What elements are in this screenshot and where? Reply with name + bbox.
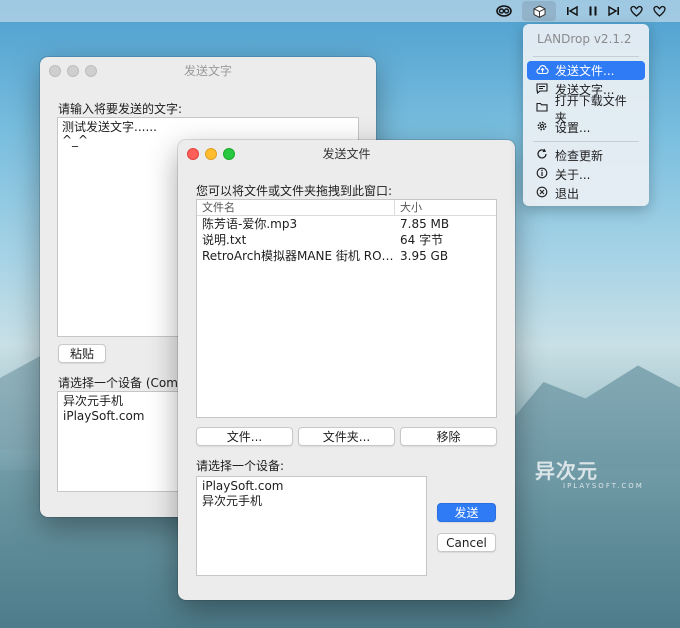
close-window-button[interactable] bbox=[49, 65, 61, 77]
menu-header: LANDrop v2.1.2 bbox=[537, 32, 632, 46]
info-icon bbox=[535, 167, 549, 182]
file-size: 7.85 MB bbox=[400, 217, 450, 231]
device-list[interactable]: iPlaySoft.com 异次元手机 bbox=[196, 476, 427, 576]
menu-item-label: 关于... bbox=[555, 168, 591, 182]
menu-item-send-files[interactable]: 发送文件... bbox=[527, 61, 645, 80]
menu-separator bbox=[533, 56, 639, 57]
paste-button[interactable]: 粘贴 bbox=[58, 344, 106, 363]
table-row[interactable]: RetroArch模拟器MANE 街机 ROM... 3.95 GB bbox=[197, 248, 496, 264]
table-row[interactable]: 陈芳语-爱你.mp3 7.85 MB bbox=[197, 216, 496, 232]
list-item[interactable]: 异次元手机 bbox=[197, 494, 426, 509]
gear-icon bbox=[535, 120, 549, 135]
landrop-app-icon[interactable] bbox=[522, 1, 556, 21]
window-title: 发送文件 bbox=[322, 146, 371, 161]
minimize-window-button[interactable] bbox=[67, 65, 79, 77]
list-item[interactable]: 异次元手机 bbox=[58, 394, 186, 409]
menu-separator bbox=[533, 141, 639, 142]
remove-button[interactable]: 移除 bbox=[400, 427, 497, 446]
message-icon bbox=[535, 82, 549, 97]
send-file-titlebar: 发送文件 bbox=[178, 140, 515, 166]
menu-item-label: 发送文件... bbox=[555, 64, 615, 78]
close-circle-icon bbox=[535, 186, 549, 201]
folder-icon bbox=[535, 102, 549, 115]
menu-item-check-updates[interactable]: 检查更新 bbox=[527, 146, 645, 165]
file-size: 3.95 GB bbox=[400, 249, 449, 263]
refresh-icon bbox=[535, 148, 549, 163]
drop-prompt-label: 您可以将文件或文件夹拖拽到此窗口: bbox=[196, 184, 393, 198]
file-size: 64 字节 bbox=[400, 233, 444, 247]
zoom-window-button[interactable] bbox=[85, 65, 97, 77]
list-item[interactable]: iPlaySoft.com bbox=[58, 409, 186, 424]
menu-item-open-downloads[interactable]: 打开下载文件夹 bbox=[527, 94, 645, 125]
menu-item-label: 设置... bbox=[555, 121, 591, 135]
add-folder-button[interactable]: 文件夹... bbox=[298, 427, 395, 446]
send-button[interactable]: 发送 bbox=[437, 503, 496, 522]
menu-item-quit[interactable]: 退出 bbox=[527, 184, 645, 203]
text-prompt-label: 请输入将要发送的文字: bbox=[58, 102, 183, 116]
device-select-label: 请选择一个设备 (Comm bbox=[58, 376, 190, 390]
heart-icon[interactable] bbox=[630, 0, 643, 22]
minimize-window-button[interactable] bbox=[205, 148, 217, 160]
file-name: 陈芳语-爱你.mp3 bbox=[202, 217, 298, 231]
creative-cloud-icon[interactable] bbox=[496, 0, 512, 22]
watermark-text: 异次元 bbox=[535, 459, 598, 483]
add-files-button[interactable]: 文件... bbox=[196, 427, 293, 446]
next-track-icon[interactable] bbox=[608, 0, 620, 22]
menu-item-about[interactable]: 关于... bbox=[527, 165, 645, 184]
send-file-window: 发送文件 您可以将文件或文件夹拖拽到此窗口: 文件名 大小 陈芳语-爱你.mp3… bbox=[178, 140, 515, 600]
list-item[interactable]: iPlaySoft.com bbox=[197, 479, 426, 494]
watermark-logo: 异次元 IPLAYSOFT.COM bbox=[535, 455, 644, 490]
cloud-upload-icon bbox=[535, 64, 549, 78]
pause-icon[interactable] bbox=[588, 0, 598, 22]
close-window-button[interactable] bbox=[187, 148, 199, 160]
file-name: RetroArch模拟器MANE 街机 ROM... bbox=[202, 249, 395, 263]
device-list[interactable]: 异次元手机 iPlaySoft.com bbox=[57, 391, 187, 492]
device-select-label: 请选择一个设备: bbox=[196, 459, 285, 473]
menu-bar bbox=[0, 0, 680, 22]
menu-item-label: 检查更新 bbox=[555, 149, 604, 163]
file-table[interactable]: 文件名 大小 陈芳语-爱你.mp3 7.85 MB 说明.txt 64 字节 R… bbox=[196, 199, 497, 418]
previous-track-icon[interactable] bbox=[566, 0, 578, 22]
text-line: 测试发送文字...... bbox=[62, 120, 157, 134]
zoom-window-button[interactable] bbox=[223, 148, 235, 160]
file-name: 说明.txt bbox=[202, 233, 247, 247]
column-header-name[interactable]: 文件名 bbox=[197, 200, 395, 215]
send-text-titlebar: 发送文字 bbox=[40, 57, 376, 83]
table-row[interactable]: 说明.txt 64 字节 bbox=[197, 232, 496, 248]
column-header-size[interactable]: 大小 bbox=[395, 200, 422, 215]
watermark-subtext: IPLAYSOFT.COM bbox=[563, 482, 644, 490]
window-title: 发送文字 bbox=[183, 63, 232, 78]
landrop-menu: LANDrop v2.1.2 发送文件... 发送文字... 打开下载文件夹 设… bbox=[523, 24, 649, 206]
menu-item-label: 退出 bbox=[555, 187, 580, 201]
heart-icon[interactable] bbox=[653, 0, 666, 22]
cancel-button[interactable]: Cancel bbox=[437, 533, 496, 552]
table-header: 文件名 大小 bbox=[197, 200, 496, 216]
